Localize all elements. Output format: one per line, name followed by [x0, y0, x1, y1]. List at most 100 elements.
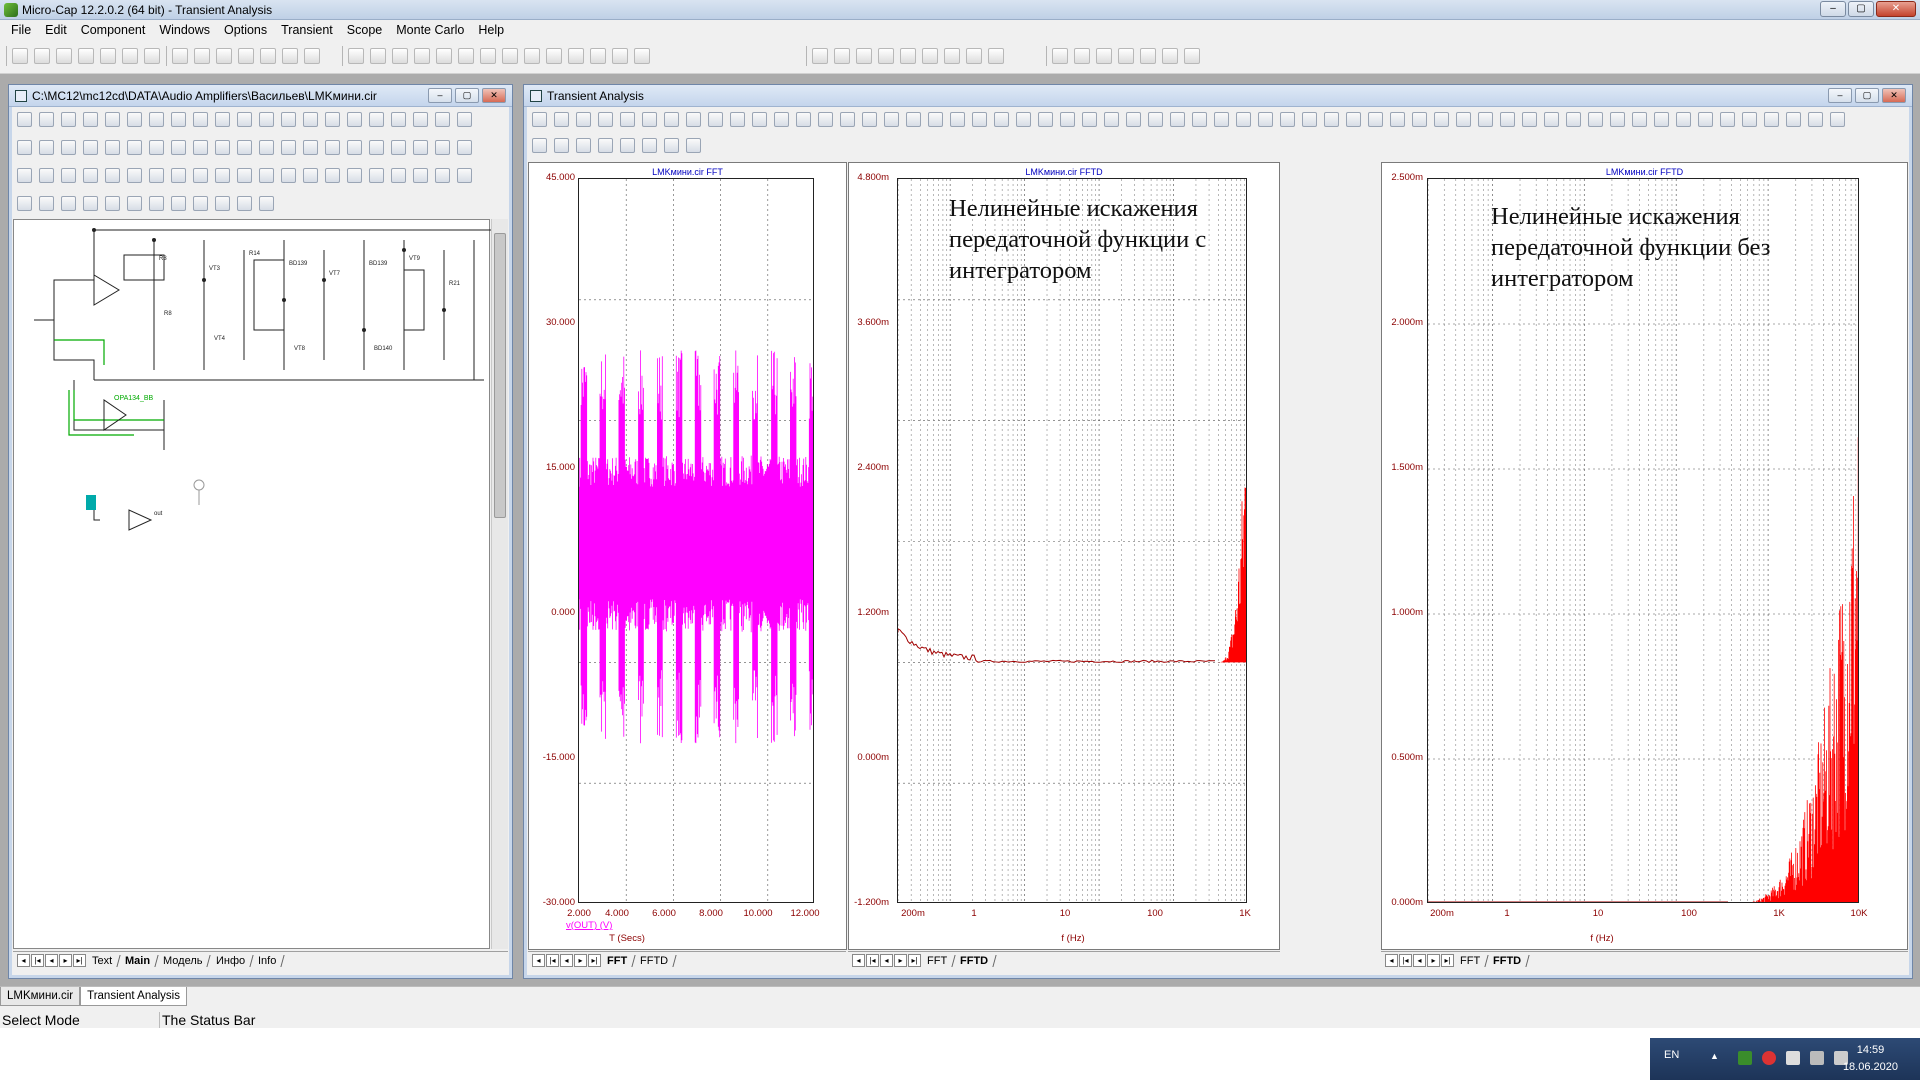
toolbar-button[interactable]: [862, 112, 877, 127]
toolbar-button[interactable]: [1368, 112, 1383, 127]
toolbar-button[interactable]: [171, 196, 186, 211]
toolbar-button[interactable]: [590, 48, 606, 64]
toolbar-button[interactable]: [576, 112, 591, 127]
toolbar-button[interactable]: [149, 168, 164, 183]
toolbar-button[interactable]: [457, 168, 472, 183]
analysis-restore-button[interactable]: ▢: [1855, 88, 1879, 103]
toolbar-button[interactable]: [304, 48, 320, 64]
toolbar-button[interactable]: [171, 168, 186, 183]
nav-next-button[interactable]: ▸: [574, 954, 587, 967]
tab-info-ru[interactable]: Инфо: [208, 954, 254, 967]
nav-prev-button[interactable]: ◂: [880, 954, 893, 967]
scrollbar-thumb[interactable]: [494, 233, 506, 518]
toolbar-button[interactable]: [457, 112, 472, 127]
schematic-canvas[interactable]: R3 VT3 R14 BD139 VT7 BD139 VT9 R21 R8 VT4 VT8 BD…: [13, 219, 504, 949]
toolbar-button[interactable]: [171, 140, 186, 155]
toolbar-button[interactable]: [1456, 112, 1471, 127]
toolbar-button[interactable]: [502, 48, 518, 64]
toolbar-button[interactable]: [1544, 112, 1559, 127]
toolbar-button[interactable]: [1478, 112, 1493, 127]
toolbar-button[interactable]: [435, 140, 450, 155]
toolbar-button[interactable]: [369, 140, 384, 155]
toolbar-button[interactable]: [303, 112, 318, 127]
toolbar-button[interactable]: [391, 168, 406, 183]
toolbar-button[interactable]: [1052, 48, 1068, 64]
toolbar-button[interactable]: [369, 112, 384, 127]
toolbar-button[interactable]: [17, 140, 32, 155]
toolbar-button[interactable]: [1302, 112, 1317, 127]
toolbar-button[interactable]: [347, 140, 362, 155]
toolbar-button[interactable]: [259, 140, 274, 155]
toolbar-button[interactable]: [664, 112, 679, 127]
toolbar-button[interactable]: [612, 48, 628, 64]
toolbar-button[interactable]: [634, 48, 650, 64]
toolbar-button[interactable]: [972, 112, 987, 127]
toolbar-button[interactable]: [1434, 112, 1449, 127]
toolbar-button[interactable]: [413, 168, 428, 183]
nav-next-button[interactable]: ▸: [1427, 954, 1440, 967]
toolbar-button[interactable]: [1808, 112, 1823, 127]
toolbar-button[interactable]: [12, 48, 28, 64]
toolbar-button[interactable]: [708, 112, 723, 127]
toolbar-button[interactable]: [1148, 112, 1163, 127]
toolbar-button[interactable]: [149, 196, 164, 211]
menu-transient[interactable]: Transient: [274, 23, 340, 37]
nvidia-icon[interactable]: [1738, 1051, 1752, 1065]
toolbar-button[interactable]: [61, 196, 76, 211]
toolbar-button[interactable]: [193, 140, 208, 155]
toolbar-button[interactable]: [61, 112, 76, 127]
toolbar-button[interactable]: [78, 48, 94, 64]
tab-fftd[interactable]: FFTD: [952, 954, 997, 967]
toolbar-button[interactable]: [1588, 112, 1603, 127]
toolbar-button[interactable]: [39, 168, 54, 183]
toolbar-button[interactable]: [348, 48, 364, 64]
source-component[interactable]: [86, 495, 96, 510]
toolbar-button[interactable]: [215, 140, 230, 155]
nav-start-button[interactable]: |◂: [1399, 954, 1412, 967]
toolbar-button[interactable]: [39, 140, 54, 155]
toolbar-button[interactable]: [1060, 112, 1075, 127]
toolbar-button[interactable]: [259, 112, 274, 127]
toolbar-button[interactable]: [1038, 112, 1053, 127]
tab-fft[interactable]: FFT: [1452, 954, 1489, 967]
schematic-restore-button[interactable]: ▢: [455, 88, 479, 103]
nav-first-button[interactable]: ◂: [532, 954, 545, 967]
toolbar-button[interactable]: [238, 48, 254, 64]
toolbar-button[interactable]: [83, 140, 98, 155]
toolbar-button[interactable]: [105, 168, 120, 183]
nav-first-button[interactable]: ◂: [852, 954, 865, 967]
toolbar-button[interactable]: [480, 48, 496, 64]
toolbar-button[interactable]: [215, 196, 230, 211]
toolbar-button[interactable]: [1280, 112, 1295, 127]
toolbar-button[interactable]: [1632, 112, 1647, 127]
toolbar-button[interactable]: [215, 112, 230, 127]
nav-start-button[interactable]: |◂: [866, 954, 879, 967]
toolbar-button[interactable]: [598, 138, 613, 153]
nav-first-button[interactable]: ◂: [17, 954, 30, 967]
tab-fftd[interactable]: FFTD: [1485, 954, 1530, 967]
toolbar-button[interactable]: [1074, 48, 1090, 64]
toolbar-button[interactable]: [1786, 112, 1801, 127]
toolbar-button[interactable]: [1412, 112, 1427, 127]
toolbar-button[interactable]: [1742, 112, 1757, 127]
toolbar-button[interactable]: [1016, 112, 1031, 127]
toolbar-button[interactable]: [576, 138, 591, 153]
toolbar-button[interactable]: [840, 112, 855, 127]
toolbar-button[interactable]: [171, 112, 186, 127]
toolbar-button[interactable]: [1390, 112, 1405, 127]
tab-text[interactable]: Text: [84, 954, 121, 967]
menu-help[interactable]: Help: [471, 23, 511, 37]
toolbar-button[interactable]: [282, 48, 298, 64]
toolbar-button[interactable]: [856, 48, 872, 64]
toolbar-button[interactable]: [391, 112, 406, 127]
toolbar-button[interactable]: [303, 168, 318, 183]
tab-main[interactable]: Main: [117, 954, 159, 967]
toolbar-button[interactable]: [237, 112, 252, 127]
toolbar-button[interactable]: [994, 112, 1009, 127]
toolbar-button[interactable]: [194, 48, 210, 64]
toolbar-button[interactable]: [237, 168, 252, 183]
tab-fftd[interactable]: FFTD: [632, 954, 677, 967]
nav-start-button[interactable]: |◂: [31, 954, 44, 967]
toolbar-button[interactable]: [1676, 112, 1691, 127]
tab-info[interactable]: Info: [250, 954, 285, 967]
